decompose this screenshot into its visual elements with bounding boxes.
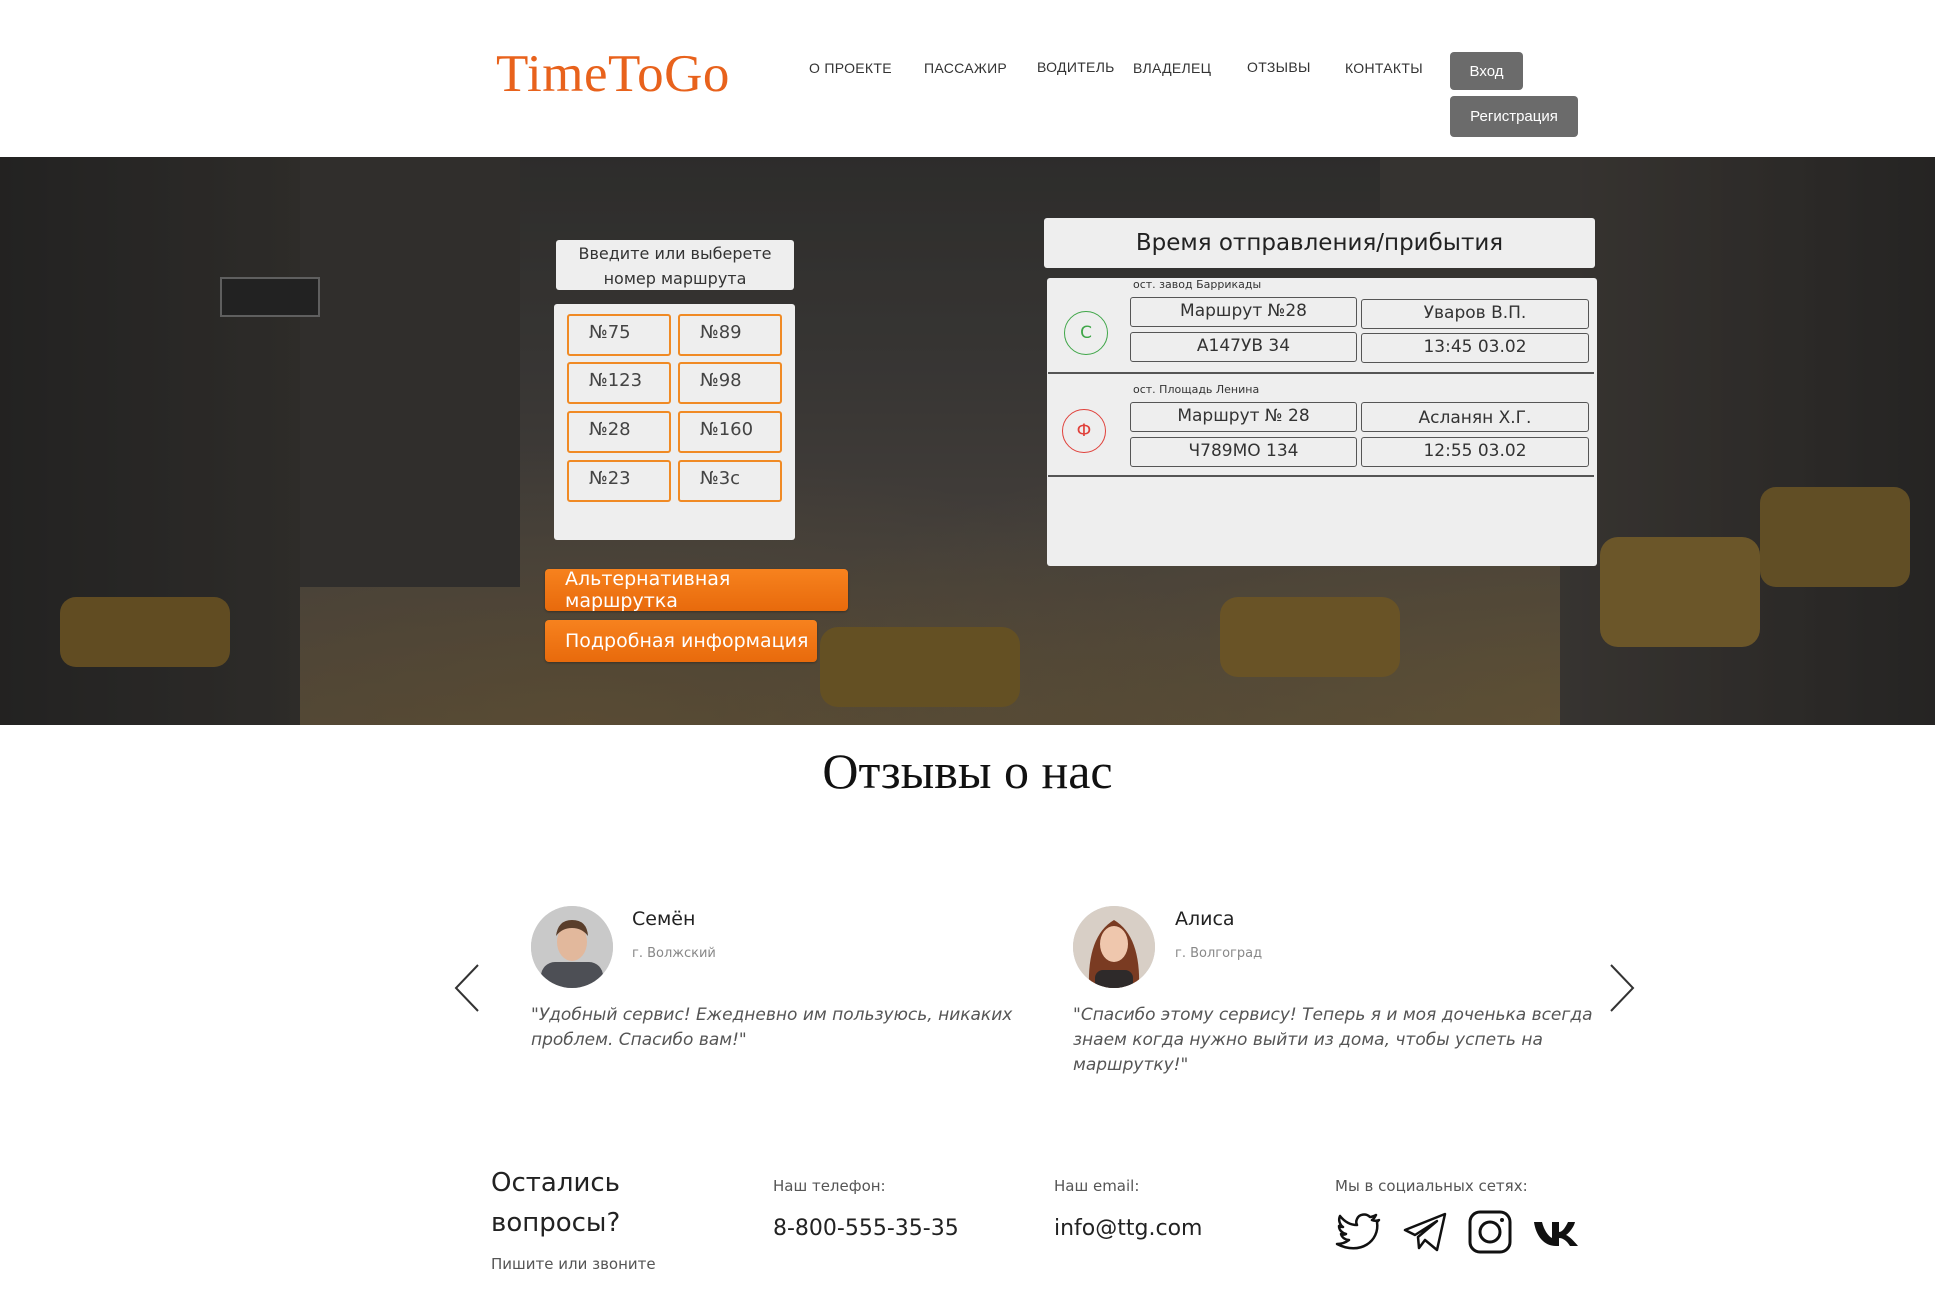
route-prompt-line1: Введите или выберете bbox=[578, 244, 772, 263]
reviewer-name: Семён bbox=[632, 908, 696, 930]
site-logo[interactable]: TimeToGo bbox=[496, 44, 730, 104]
route-cell: Маршрут №28 bbox=[1130, 297, 1357, 327]
nav-reviews[interactable]: ОТЗЫВЫ bbox=[1247, 59, 1311, 75]
route-button-3c[interactable]: №3с bbox=[678, 460, 782, 502]
hero-overlay bbox=[0, 157, 1935, 725]
email-label: Наш email: bbox=[1054, 1177, 1140, 1195]
route-cell: Маршрут № 28 bbox=[1130, 402, 1357, 432]
route-button-23[interactable]: №23 bbox=[567, 460, 671, 502]
nav-driver[interactable]: ВОДИТЕЛЬ bbox=[1037, 59, 1115, 75]
schedule-title: Время отправления/прибытия bbox=[1044, 218, 1595, 268]
login-button[interactable]: Вход bbox=[1450, 52, 1523, 90]
time-cell: 13:45 03.02 bbox=[1361, 333, 1589, 363]
route-button-75[interactable]: №75 bbox=[567, 314, 671, 356]
plate-cell: Ч789МО 134 bbox=[1130, 437, 1357, 467]
site-header: TimeToGo О ПРОЕКТЕ ПАССАЖИР ВОДИТЕЛЬ ВЛА… bbox=[0, 0, 1935, 157]
user-photo-icon bbox=[531, 906, 613, 988]
alternative-route-button[interactable]: Альтернативная маршрутка bbox=[545, 568, 848, 612]
email-address[interactable]: info@ttg.com bbox=[1054, 1216, 1202, 1241]
route-button-160[interactable]: №160 bbox=[678, 411, 782, 453]
driver-cell: Асланян Х.Г. bbox=[1361, 402, 1589, 432]
footer-subheading: Пишите или звоните bbox=[491, 1255, 656, 1273]
twitter-icon[interactable] bbox=[1335, 1208, 1383, 1256]
nav-passenger[interactable]: ПАССАЖИР bbox=[924, 60, 1007, 76]
user-photo-icon bbox=[1073, 906, 1155, 988]
review-text-line: "Удобный сервис! Ежедневно им пользуюсь,… bbox=[531, 1005, 1013, 1025]
telegram-icon[interactable] bbox=[1401, 1208, 1449, 1256]
plate-cell: А147УВ 34 bbox=[1130, 332, 1357, 362]
finish-marker: Ф bbox=[1062, 409, 1106, 453]
avatar bbox=[531, 906, 613, 988]
hero-banner bbox=[0, 157, 1935, 725]
review-text-line: маршрутку!" bbox=[1073, 1055, 1189, 1075]
driver-cell: Уваров В.П. bbox=[1361, 299, 1589, 329]
review-text: "Спасибо этому сервису! Теперь я и моя д… bbox=[1073, 1003, 1593, 1078]
review-text-line: знаем когда нужно выйти из дома, чтобы у… bbox=[1073, 1030, 1543, 1050]
register-button[interactable]: Регистрация bbox=[1450, 96, 1578, 137]
carousel-next-arrow-icon[interactable] bbox=[1608, 963, 1636, 1013]
footer-heading-line2: вопросы? bbox=[491, 1208, 621, 1238]
avatar bbox=[1073, 906, 1155, 988]
social-label: Мы в социальных сетях: bbox=[1335, 1177, 1528, 1195]
reviews-title: Отзывы о нас bbox=[822, 743, 1113, 799]
route-button-89[interactable]: №89 bbox=[678, 314, 782, 356]
details-button[interactable]: Подробная информация bbox=[545, 620, 817, 662]
reviewer-name: Алиса bbox=[1175, 908, 1235, 930]
stop-name: ост. Площадь Ленина bbox=[1133, 383, 1260, 396]
phone-number[interactable]: 8-800-555-35-35 bbox=[773, 1216, 959, 1241]
schedule-divider bbox=[1048, 475, 1594, 477]
carousel-prev-arrow-icon[interactable] bbox=[453, 963, 481, 1013]
start-marker: С bbox=[1064, 311, 1108, 355]
phone-label: Наш телефон: bbox=[773, 1177, 886, 1195]
nav-about[interactable]: О ПРОЕКТЕ bbox=[809, 60, 892, 76]
route-button-98[interactable]: №98 bbox=[678, 362, 782, 404]
route-prompt: Введите или выберете номер маршрута bbox=[556, 240, 794, 290]
time-cell: 12:55 03.02 bbox=[1361, 437, 1589, 467]
route-button-28[interactable]: №28 bbox=[567, 411, 671, 453]
route-prompt-line2: номер маршрута bbox=[603, 269, 747, 288]
review-text: "Удобный сервис! Ежедневно им пользуюсь,… bbox=[531, 1003, 1012, 1053]
footer-heading: Остались вопросы? bbox=[491, 1163, 620, 1243]
vk-icon[interactable] bbox=[1532, 1208, 1580, 1256]
route-button-123[interactable]: №123 bbox=[567, 362, 671, 404]
review-text-line: проблем. Спасибо вам!" bbox=[531, 1030, 747, 1050]
reviewer-city: г. Волгоград bbox=[1175, 946, 1263, 961]
instagram-icon[interactable] bbox=[1466, 1208, 1514, 1256]
reviewer-city: г. Волжский bbox=[632, 946, 716, 961]
footer-heading-line1: Остались bbox=[491, 1168, 620, 1198]
stop-name: ост. завод Баррикады bbox=[1133, 278, 1262, 291]
schedule-divider bbox=[1048, 372, 1594, 374]
nav-owner[interactable]: ВЛАДЕЛЕЦ bbox=[1133, 60, 1211, 76]
review-text-line: "Спасибо этому сервису! Теперь я и моя д… bbox=[1073, 1005, 1593, 1025]
nav-contacts[interactable]: КОНТАКТЫ bbox=[1345, 60, 1423, 76]
